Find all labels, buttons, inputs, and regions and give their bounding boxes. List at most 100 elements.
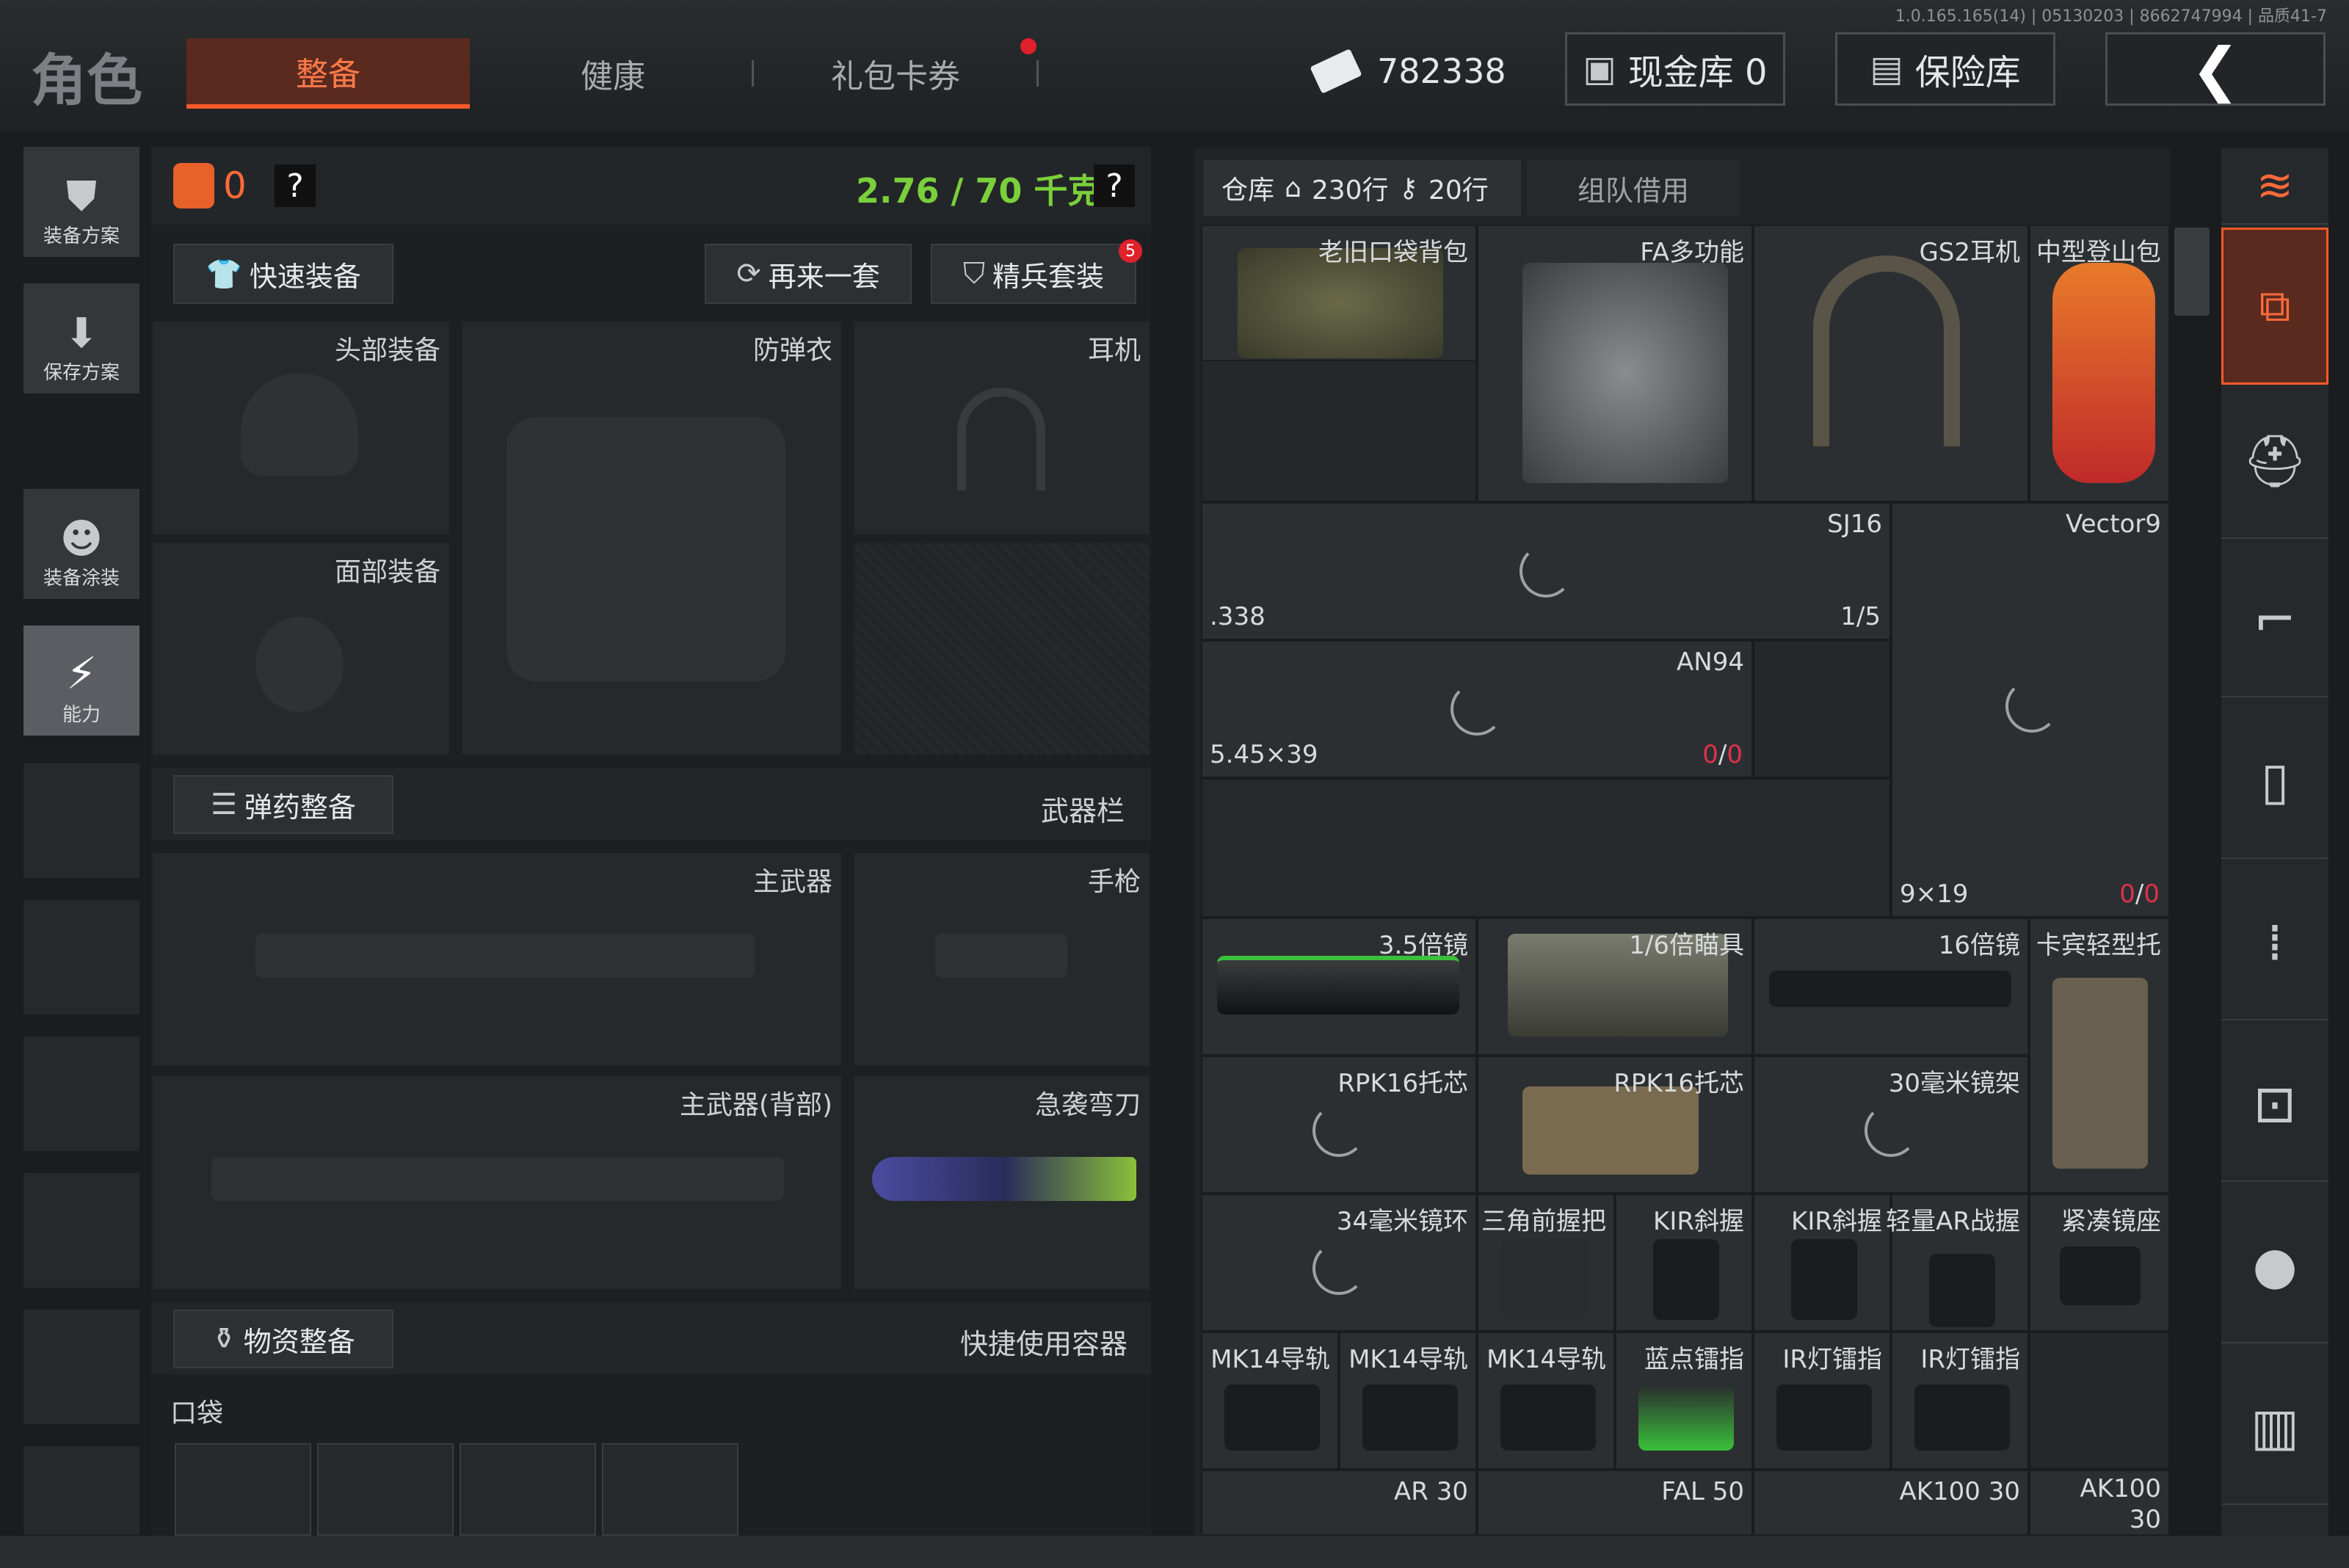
tab-team-borrow[interactable]: 组队借用: [1527, 160, 1740, 216]
ammo-equip-label: 弹药整备: [244, 791, 356, 824]
slot-melee[interactable]: 急袭弯刀: [854, 1076, 1150, 1289]
cash-vault-button[interactable]: ▣ 现金库 0: [1565, 32, 1785, 106]
category-helmet[interactable]: ⛑: [2221, 385, 2328, 539]
pocket-slot[interactable]: [175, 1443, 311, 1536]
item-ak100-30[interactable]: AK100 30: [1753, 1470, 2029, 1536]
pocket-slot[interactable]: [317, 1443, 454, 1536]
safe-label: 保险库: [1914, 52, 2021, 93]
slot-pistol[interactable]: 手枪: [854, 853, 1150, 1066]
item-rpk-stock-a[interactable]: RPK16托芯: [1201, 1056, 1477, 1194]
cash-stack-icon: ▥: [2250, 1397, 2300, 1457]
help-button[interactable]: ?: [275, 164, 316, 207]
another-set-label: 再来一套: [768, 260, 880, 293]
weight-help-button[interactable]: ?: [1094, 164, 1135, 207]
item-blue-dot[interactable]: 蓝点镭指: [1615, 1332, 1753, 1470]
item-kir-b-label: KIR斜握: [1791, 1207, 1882, 1236]
category-gear[interactable]: ⧉: [2221, 228, 2328, 385]
item-ir-b[interactable]: IR灯镭指: [1891, 1332, 2029, 1470]
quick-equip-button[interactable]: 👕 快速装备: [173, 244, 393, 304]
supply-equip-label: 物资整备: [243, 1325, 355, 1358]
item-mount-30[interactable]: 30毫米镜架: [1753, 1056, 2029, 1194]
an94-ammo-current: 0: [1702, 740, 1718, 769]
tab-warehouse[interactable]: 仓库 ⌂ 230行 ⚷ 20行: [1204, 160, 1521, 216]
item-scope-16[interactable]: 16倍镜: [1753, 918, 2029, 1056]
laser-icon: [1914, 1384, 2010, 1451]
item-mk14-c[interactable]: MK14导轨: [1477, 1332, 1615, 1470]
elite-set-button[interactable]: ⛉ 精兵套装: [931, 244, 1136, 304]
item-rpk-stock-b[interactable]: RPK16托芯: [1477, 1056, 1753, 1194]
item-fal50[interactable]: FAL 50: [1477, 1470, 1753, 1536]
scope-icon: [1217, 956, 1459, 1015]
nav-skin[interactable]: ☻ 装备涂装: [23, 489, 139, 599]
item-kabin-stock[interactable]: 卡宾轻型托: [2029, 918, 2170, 1194]
nav-equip-plan[interactable]: ⛊ 装备方案: [23, 147, 139, 257]
slot-primary[interactable]: 主武器: [153, 853, 841, 1066]
laser-icon: [1638, 1384, 1734, 1451]
category-misc[interactable]: ▥: [2221, 1351, 2328, 1505]
slot-armor[interactable]: 防弹衣: [462, 322, 841, 755]
item-scope-35-label: 3.5倍镜: [1378, 931, 1468, 960]
category-all[interactable]: ≋: [2221, 148, 2328, 225]
backpack-count: 0: [223, 164, 247, 207]
category-rifle[interactable]: ⌐: [2221, 543, 2328, 697]
item-tri-grip[interactable]: 三角前握把: [1477, 1194, 1615, 1332]
item-ar30[interactable]: AR 30: [1201, 1470, 1477, 1536]
category-magazine[interactable]: ▯: [2221, 705, 2328, 859]
rows-other: 20行: [1428, 175, 1489, 206]
stack-icon: ≋: [2256, 160, 2294, 211]
item-compact-mount[interactable]: 紧凑镜座: [2029, 1194, 2170, 1332]
item-fa[interactable]: FA多功能: [1477, 225, 1753, 502]
nav-ability[interactable]: ⚡ 能力: [23, 625, 139, 736]
shirt-icon: 👕: [206, 257, 242, 291]
notification-dot: [1020, 38, 1036, 54]
item-kir-a[interactable]: KIR斜握: [1615, 1194, 1753, 1332]
empty-slot: [23, 1173, 139, 1288]
item-ar-grip-label: 轻量AR战握: [1886, 1207, 2020, 1236]
item-an94[interactable]: AN94 5.45×39 0/0: [1201, 640, 1753, 778]
item-mk14-a[interactable]: MK14导轨: [1201, 1332, 1339, 1470]
tab-health[interactable]: 健康: [514, 38, 712, 109]
item-scope-16-label: 16倍镜: [1938, 931, 2020, 960]
item-ring-34[interactable]: 34毫米镜环: [1201, 1194, 1477, 1332]
helmet-icon: ⛑: [2242, 430, 2308, 491]
scrollbar-thumb[interactable]: [2174, 228, 2210, 316]
supply-equip-button[interactable]: ⚱ 物资整备: [173, 1310, 393, 1368]
slot-earphone[interactable]: 耳机: [854, 322, 1150, 534]
slot-head[interactable]: 头部装备: [153, 322, 449, 534]
pocket-slot[interactable]: [460, 1443, 596, 1536]
item-mk14-b[interactable]: MK14导轨: [1339, 1332, 1477, 1470]
item-gs2[interactable]: GS2耳机: [1753, 225, 2029, 502]
headset-icon: [1813, 255, 1960, 446]
slot-primary-back-label: 主武器(背部): [679, 1090, 832, 1120]
item-ir-a[interactable]: IR灯镭指: [1753, 1332, 1891, 1470]
pocket-slot[interactable]: [602, 1443, 738, 1536]
slot-face[interactable]: 面部装备: [153, 543, 449, 755]
tab-warehouse-label: 仓库: [1221, 175, 1275, 206]
slot-primary-back[interactable]: 主武器(背部): [153, 1076, 841, 1289]
item-scope-35[interactable]: 3.5倍镜: [1201, 918, 1477, 1056]
sight-icon: ⊡: [2253, 1074, 2297, 1134]
tab-gift-coupons[interactable]: 礼包卡券: [785, 38, 1006, 109]
item-kir-b[interactable]: KIR斜握: [1753, 1194, 1891, 1332]
nav-save-plan[interactable]: ⬇ 保存方案: [23, 283, 139, 393]
safe-button[interactable]: ▤ 保险库: [1835, 32, 2055, 106]
item-scope-16x[interactable]: 1/6倍瞄具: [1477, 918, 1753, 1056]
ammo-equip-button[interactable]: ☰ 弹药整备: [173, 775, 393, 834]
tab-divider: [1036, 60, 1039, 87]
pistol-icon: [935, 934, 1067, 978]
item-scope-16x-label: 1/6倍瞄具: [1629, 931, 1744, 960]
category-grenade[interactable]: ●: [2221, 1189, 2328, 1343]
another-set-button[interactable]: ⟳ 再来一套: [705, 244, 912, 304]
item-mountain-bag[interactable]: 中型登山包: [2029, 225, 2170, 502]
item-ar-grip[interactable]: 轻量AR战握: [1886, 1194, 2029, 1332]
item-ak100-b[interactable]: AK100 30: [2029, 1470, 2170, 1536]
back-button[interactable]: ❮: [2105, 32, 2326, 106]
nav-equip-plan-label: 装备方案: [43, 225, 120, 247]
rail-icon: [1362, 1384, 1458, 1451]
tab-equip[interactable]: 整备: [186, 38, 470, 109]
item-sj16[interactable]: SJ16 .338 1/5: [1201, 502, 1891, 640]
category-attachment[interactable]: ⊡: [2221, 1028, 2328, 1182]
category-ammo[interactable]: ⁞: [2221, 866, 2328, 1020]
empty-slot: [23, 1310, 139, 1424]
item-vector9[interactable]: Vector9 9×19 0/0: [1891, 502, 2170, 918]
